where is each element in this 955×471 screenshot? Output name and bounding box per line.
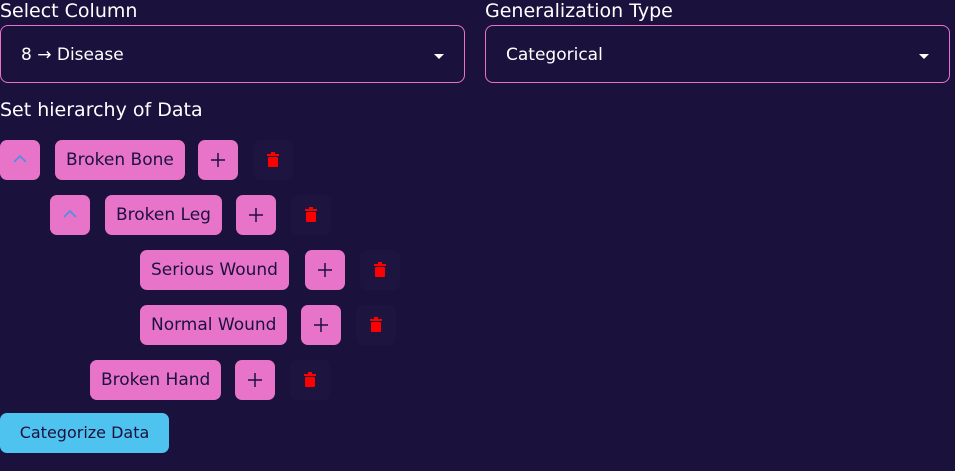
plus-icon bbox=[211, 153, 225, 167]
select-column-label: Select Column bbox=[0, 0, 138, 22]
chevron-up-icon bbox=[63, 209, 77, 218]
hierarchy-node[interactable]: Broken Bone bbox=[55, 140, 185, 180]
caret-down-icon bbox=[434, 54, 444, 59]
generalization-type-value: Categorical bbox=[506, 45, 603, 65]
delete-button[interactable] bbox=[290, 360, 330, 400]
collapse-button[interactable] bbox=[50, 195, 90, 235]
trash-icon bbox=[305, 207, 317, 222]
select-column-value: 8 → Disease bbox=[21, 45, 124, 65]
caret-down-icon bbox=[919, 54, 929, 59]
collapse-button[interactable] bbox=[0, 140, 40, 180]
plus-icon bbox=[314, 318, 328, 332]
generalization-type-dropdown[interactable]: Categorical bbox=[485, 25, 950, 83]
hierarchy-node[interactable]: Normal Wound bbox=[140, 305, 288, 345]
delete-button[interactable] bbox=[253, 140, 293, 180]
plus-icon bbox=[248, 373, 262, 387]
hierarchy-node[interactable]: Broken Hand bbox=[90, 360, 222, 400]
trash-icon bbox=[304, 372, 316, 387]
trash-icon bbox=[374, 262, 386, 277]
trash-icon bbox=[370, 317, 382, 332]
select-column-dropdown[interactable]: 8 → Disease bbox=[0, 25, 465, 83]
delete-button[interactable] bbox=[356, 305, 396, 345]
add-child-button[interactable] bbox=[301, 305, 341, 345]
add-child-button[interactable] bbox=[236, 195, 276, 235]
plus-icon bbox=[318, 263, 332, 277]
add-child-button[interactable] bbox=[198, 140, 238, 180]
plus-icon bbox=[249, 208, 263, 222]
page: Select Column 8 → Disease Generalization… bbox=[0, 0, 955, 471]
hierarchy-label: Set hierarchy of Data bbox=[0, 99, 203, 121]
generalization-type-label: Generalization Type bbox=[485, 0, 673, 22]
delete-button[interactable] bbox=[291, 195, 331, 235]
hierarchy-node[interactable]: Broken Leg bbox=[105, 195, 222, 235]
add-child-button[interactable] bbox=[235, 360, 275, 400]
trash-icon bbox=[267, 152, 279, 167]
delete-button[interactable] bbox=[360, 250, 400, 290]
hierarchy-node[interactable]: Serious Wound bbox=[140, 250, 289, 290]
add-child-button[interactable] bbox=[305, 250, 345, 290]
categorize-data-button[interactable]: Categorize Data bbox=[0, 413, 169, 453]
chevron-up-icon bbox=[13, 154, 27, 163]
